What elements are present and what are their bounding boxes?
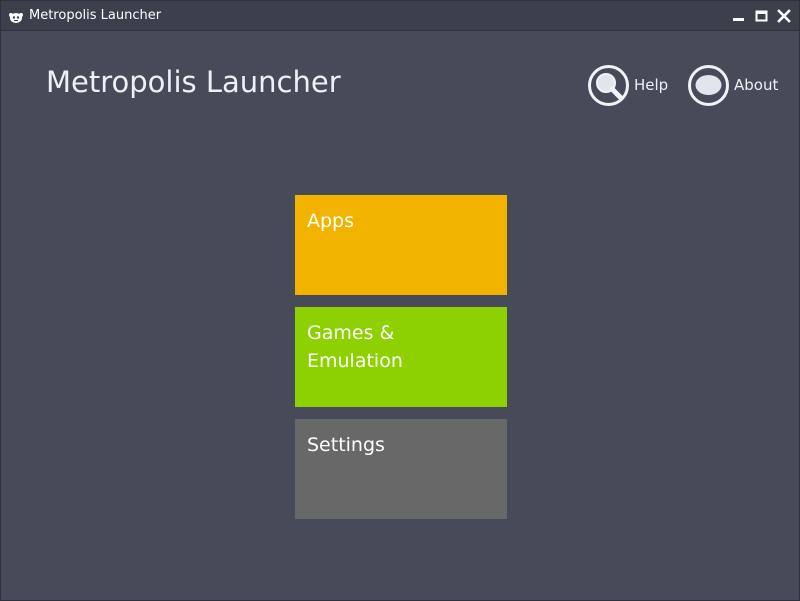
tile-apps[interactable]: Apps <box>295 195 507 295</box>
minimize-icon <box>733 18 744 21</box>
title-bar[interactable]: Metropolis Launcher <box>1 1 799 31</box>
monkey-icon <box>9 9 23 23</box>
maximize-button[interactable] <box>754 8 770 24</box>
tile-label: Apps <box>307 210 355 232</box>
help-button[interactable]: Help <box>588 64 668 106</box>
speech-bubble-icon <box>688 64 729 106</box>
window-title: Metropolis Launcher <box>29 8 162 23</box>
tile-settings[interactable]: Settings <box>295 419 507 519</box>
close-button[interactable] <box>776 8 792 24</box>
tile-label: Games & Emulation <box>307 322 403 372</box>
about-label: About <box>734 76 779 94</box>
tile-label: Settings <box>307 434 385 456</box>
page-title: Metropolis Launcher <box>46 65 341 99</box>
about-button[interactable]: About <box>688 64 778 106</box>
magnifier-icon <box>588 64 629 106</box>
tile-games-emulation[interactable]: Games & Emulation <box>295 307 507 407</box>
maximize-icon <box>755 10 768 22</box>
help-label: Help <box>634 76 669 94</box>
app-window: Metropolis Launcher Metropolis Launcher <box>0 0 800 601</box>
minimize-button[interactable] <box>731 8 747 24</box>
close-icon <box>777 9 791 23</box>
